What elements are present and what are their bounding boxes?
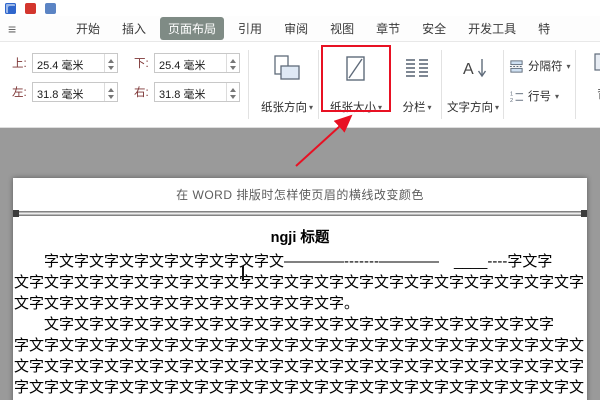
paper-size-label: 纸张大小 ▾ xyxy=(330,99,382,122)
margin-top-input[interactable]: 25.4 毫米 xyxy=(32,53,118,73)
text-line[interactable]: 字文字文字文字文字文字文字文字文字文字文字文字文字文字文字文字文字文字文字文 xyxy=(14,377,586,398)
svg-text:1: 1 xyxy=(510,91,513,97)
tab-special-features[interactable]: 特 xyxy=(530,17,558,40)
margins-row-top-bottom: 上: 25.4 毫米 下: 25.4 毫米 xyxy=(12,53,240,73)
paper-size-text: 纸张大小 xyxy=(330,99,376,115)
columns-icon xyxy=(402,53,432,85)
tab-view[interactable]: 视图 xyxy=(322,17,362,40)
margin-right-value: 31.8 毫米 xyxy=(155,83,226,101)
text-line[interactable]: 文字文字文字文字文字文字文字文字文字文字文字文字文字文字文字文字文字文字文字 xyxy=(14,356,586,377)
dropdown-arrow-icon: ▾ xyxy=(567,62,571,71)
margin-left-value: 31.8 毫米 xyxy=(33,83,104,101)
paper-orientation-label: 纸张方向 ▾ xyxy=(261,99,313,122)
margin-top-value: 25.4 毫米 xyxy=(33,54,104,72)
columns-button[interactable]: 分栏 ▾ xyxy=(394,46,440,122)
header-rule xyxy=(13,211,587,216)
menu-icon[interactable]: ≡ xyxy=(8,21,28,37)
toolbar-separator xyxy=(318,50,319,119)
paper-orientation-button[interactable]: 纸张方向 ▾ xyxy=(256,46,318,122)
paper-orientation-icon xyxy=(272,53,302,85)
wps-window: ≡ 开始 插入 页面布局 引用 审阅 视图 章节 安全 开发工具 特 上: 25… xyxy=(0,0,600,400)
tab-security[interactable]: 安全 xyxy=(414,17,454,40)
margin-right-input[interactable]: 31.8 毫米 xyxy=(154,82,240,102)
dropdown-arrow-icon: ▾ xyxy=(495,103,499,112)
page-margins-group: 上: 25.4 毫米 下: 25.4 毫米 左: 31.8 毫米 右: xyxy=(12,53,240,111)
paper-size-icon xyxy=(341,53,371,85)
tab-start[interactable]: 开始 xyxy=(68,17,108,40)
line-numbers-icon: 1 2 xyxy=(509,89,524,104)
text-line[interactable]: 字文字文字文字文字文字文字文字文字文字文字文字文字文字文字文字文字文字文字文 xyxy=(14,335,586,356)
dropdown-arrow-icon: ▾ xyxy=(309,103,313,112)
rule-handle-right[interactable] xyxy=(581,210,587,217)
tab-references[interactable]: 引用 xyxy=(230,17,270,40)
document-tab-icon[interactable] xyxy=(45,3,56,14)
breaks-button[interactable]: 分隔符 ▾ xyxy=(509,58,571,74)
app-logo-icon[interactable] xyxy=(25,3,36,14)
margin-right-stepper[interactable] xyxy=(226,83,239,101)
margin-right-label: 右: xyxy=(134,84,154,100)
margin-bottom-stepper[interactable] xyxy=(226,54,239,72)
margin-left-stepper[interactable] xyxy=(104,83,117,101)
tab-page-layout[interactable]: 页面布局 xyxy=(160,17,224,40)
background-button[interactable]: 背 xyxy=(583,52,600,102)
breaks-text: 分隔符 xyxy=(528,58,563,74)
dropdown-arrow-icon: ▾ xyxy=(555,92,559,101)
text-line[interactable]: 文字文字文字文字文字文字文字文字文字文字文字文字文字文字文字文字文字文字文字 xyxy=(14,272,586,293)
tab-review[interactable]: 审阅 xyxy=(276,17,316,40)
columns-label: 分栏 ▾ xyxy=(402,99,431,122)
tab-insert[interactable]: 插入 xyxy=(114,17,154,40)
margin-bottom-label: 下: xyxy=(134,55,154,71)
toolbar-separator xyxy=(575,50,576,119)
toolbar-separator xyxy=(248,50,249,119)
margin-bottom-input[interactable]: 25.4 毫米 xyxy=(154,53,240,73)
window-icon[interactable] xyxy=(5,3,16,14)
margin-top-stepper[interactable] xyxy=(104,54,117,72)
margin-bottom-value: 25.4 毫米 xyxy=(155,54,226,72)
dropdown-arrow-icon: ▾ xyxy=(427,103,431,112)
background-icon xyxy=(593,52,600,72)
margins-row-left-right: 左: 31.8 毫米 右: 31.8 毫米 xyxy=(12,82,240,102)
rule-handle-left[interactable] xyxy=(13,210,19,217)
margin-top-label: 上: xyxy=(12,55,32,71)
document-area: 在 WORD 排版时怎样使页眉的横线改变颜色 ngji 标题 字文字文字文字文字… xyxy=(0,128,600,400)
ribbon-tab-bar: ≡ 开始 插入 页面布局 引用 审阅 视图 章节 安全 开发工具 特 xyxy=(0,16,600,42)
document-body: 字文字文字文字文字文字文字文字文————-------———— ____----… xyxy=(13,251,587,400)
margin-left-input[interactable]: 31.8 毫米 xyxy=(32,82,118,102)
paper-size-button[interactable]: 纸张大小 ▾ xyxy=(325,46,387,122)
quick-access-bar xyxy=(0,0,600,16)
text-direction-text: 文字方向 xyxy=(447,99,493,115)
text-cursor xyxy=(242,266,244,281)
svg-text:2: 2 xyxy=(510,98,513,104)
document-title[interactable]: ngji 标题 xyxy=(13,226,587,247)
text-direction-label: 文字方向 ▾ xyxy=(447,99,499,122)
page-break-icon xyxy=(509,59,524,74)
ribbon-toolbar: 上: 25.4 毫米 下: 25.4 毫米 左: 31.8 毫米 右: xyxy=(0,42,600,128)
text-line[interactable]: 文字文字文字文字文字文字文字文字文字文字文字。 xyxy=(14,293,586,314)
tab-dev-tools[interactable]: 开发工具 xyxy=(460,17,524,40)
text-line[interactable]: 字文字文字文字文字文字文字文字文————-------———— ____----… xyxy=(14,251,586,272)
line-numbers-button[interactable]: 1 2 行号 ▾ xyxy=(509,88,559,104)
tab-section[interactable]: 章节 xyxy=(368,17,408,40)
text-direction-icon: A xyxy=(458,53,488,85)
text-direction-button[interactable]: A 文字方向 ▾ xyxy=(444,46,502,122)
line-numbers-text: 行号 xyxy=(528,88,551,104)
dropdown-arrow-icon: ▾ xyxy=(378,103,382,112)
paper-orientation-text: 纸张方向 xyxy=(261,99,307,115)
toolbar-separator xyxy=(441,50,442,119)
text-line[interactable]: 文字文字文字文字文字文字文字文字文字文字文字文字文字文字文字文字文字 xyxy=(14,314,586,335)
svg-text:A: A xyxy=(463,61,474,78)
document-page[interactable]: 在 WORD 排版时怎样使页眉的横线改变颜色 ngji 标题 字文字文字文字文字… xyxy=(13,178,587,400)
margin-left-label: 左: xyxy=(12,84,32,100)
page-header-text: 在 WORD 排版时怎样使页眉的横线改变颜色 xyxy=(13,186,587,203)
columns-text: 分栏 xyxy=(402,99,425,115)
toolbar-separator xyxy=(503,50,504,119)
